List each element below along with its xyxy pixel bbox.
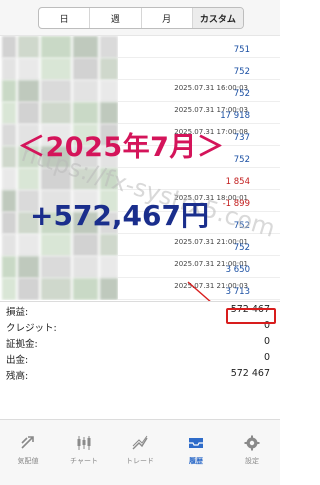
blurred-block [72,168,99,190]
list-item[interactable]: 751 [118,36,280,58]
blurred-block [2,102,16,124]
blurred-row [0,58,118,80]
blurred-block [41,168,71,190]
blurred-block [17,234,40,256]
blurred-block [17,168,40,190]
blurred-block [2,146,16,168]
blurred-block [2,36,16,58]
blurred-block [100,234,118,256]
history-icon [168,434,224,452]
blurred-row [0,168,118,190]
nav-trade[interactable]: トレード [112,420,168,485]
blurred-block [2,212,16,234]
quotes-icon [0,434,56,452]
blurred-block [41,80,71,102]
tab-week[interactable]: 週 [90,8,142,28]
blurred-block [41,278,71,300]
blurred-block [100,278,118,300]
total-profit-overlay: +572,467円 [30,199,209,232]
blurred-block [41,36,71,58]
blurred-block [2,190,16,212]
blurred-block [72,36,99,58]
blurred-block [17,278,40,300]
blurred-block [17,256,40,278]
blurred-block [2,124,16,146]
blurred-row [0,102,118,124]
nav-quotes[interactable]: 気配値 [0,420,56,485]
settings-icon [224,434,280,452]
blurred-block [41,256,71,278]
summary-row-deposit: 証拠金: 0 [6,336,270,350]
blurred-block [41,58,71,80]
list-item[interactable]: 2025.07.31 17:00:03 17 918 [118,102,280,124]
nav-history[interactable]: 履歴 [168,420,224,485]
trade-icon [112,434,168,452]
blurred-block [17,36,40,58]
chart-icon [56,434,112,452]
blurred-block [2,256,16,278]
period-segmented-control: 日 週 月 カスタム [38,7,244,29]
nav-chart[interactable]: チャート [56,420,112,485]
list-item[interactable]: 2025.07.31 21:00:01 752 [118,234,280,256]
period-tab-bar: 日 週 月 カスタム [0,0,280,36]
blurred-row [0,278,118,300]
blurred-block [100,256,118,278]
bottom-nav: 気配値 チャート トレード 履歴 設定 [0,419,280,485]
blurred-block [41,234,71,256]
blurred-block [100,36,118,58]
blurred-block [2,278,16,300]
list-item[interactable]: 2025.07.31 16:00:03 752 [118,80,280,102]
blurred-block [2,80,16,102]
tab-day[interactable]: 日 [39,8,91,28]
blurred-block [17,102,40,124]
blurred-block [41,102,71,124]
month-overlay-label: ＜2025年7月＞ [18,132,225,163]
blurred-block [100,58,118,80]
blurred-block [72,80,99,102]
blurred-block [17,58,40,80]
blurred-block [72,102,99,124]
list-item[interactable]: 1 854 [118,168,280,190]
blurred-block [72,58,99,80]
summary-row-balance: 残高: 572 467 [6,368,270,382]
blurred-block [72,256,99,278]
list-item[interactable]: 2025.07.31 21:00:01 3 650 [118,256,280,278]
nav-settings[interactable]: 設定 [224,420,280,485]
blurred-block [100,80,118,102]
blurred-block [2,168,16,190]
blurred-block [100,168,118,190]
blurred-block [2,234,16,256]
profit-highlight-box [226,308,276,324]
blurred-block [2,58,16,80]
list-item[interactable]: 752 [118,58,280,80]
tab-month[interactable]: 月 [142,8,193,28]
blurred-row [0,80,118,102]
tab-custom[interactable]: カスタム [192,8,243,28]
blurred-block [100,102,118,124]
blurred-block [17,80,40,102]
blurred-block [72,278,99,300]
blurred-block [72,234,99,256]
deal-list: 751 752 2025.07.31 16:00:03 752 2025.07.3… [118,36,280,300]
blurred-row [0,234,118,256]
blurred-deal-details [0,36,118,300]
blurred-row [0,36,118,58]
blurred-row [0,256,118,278]
summary-row-withdrawal: 出金: 0 [6,352,270,366]
